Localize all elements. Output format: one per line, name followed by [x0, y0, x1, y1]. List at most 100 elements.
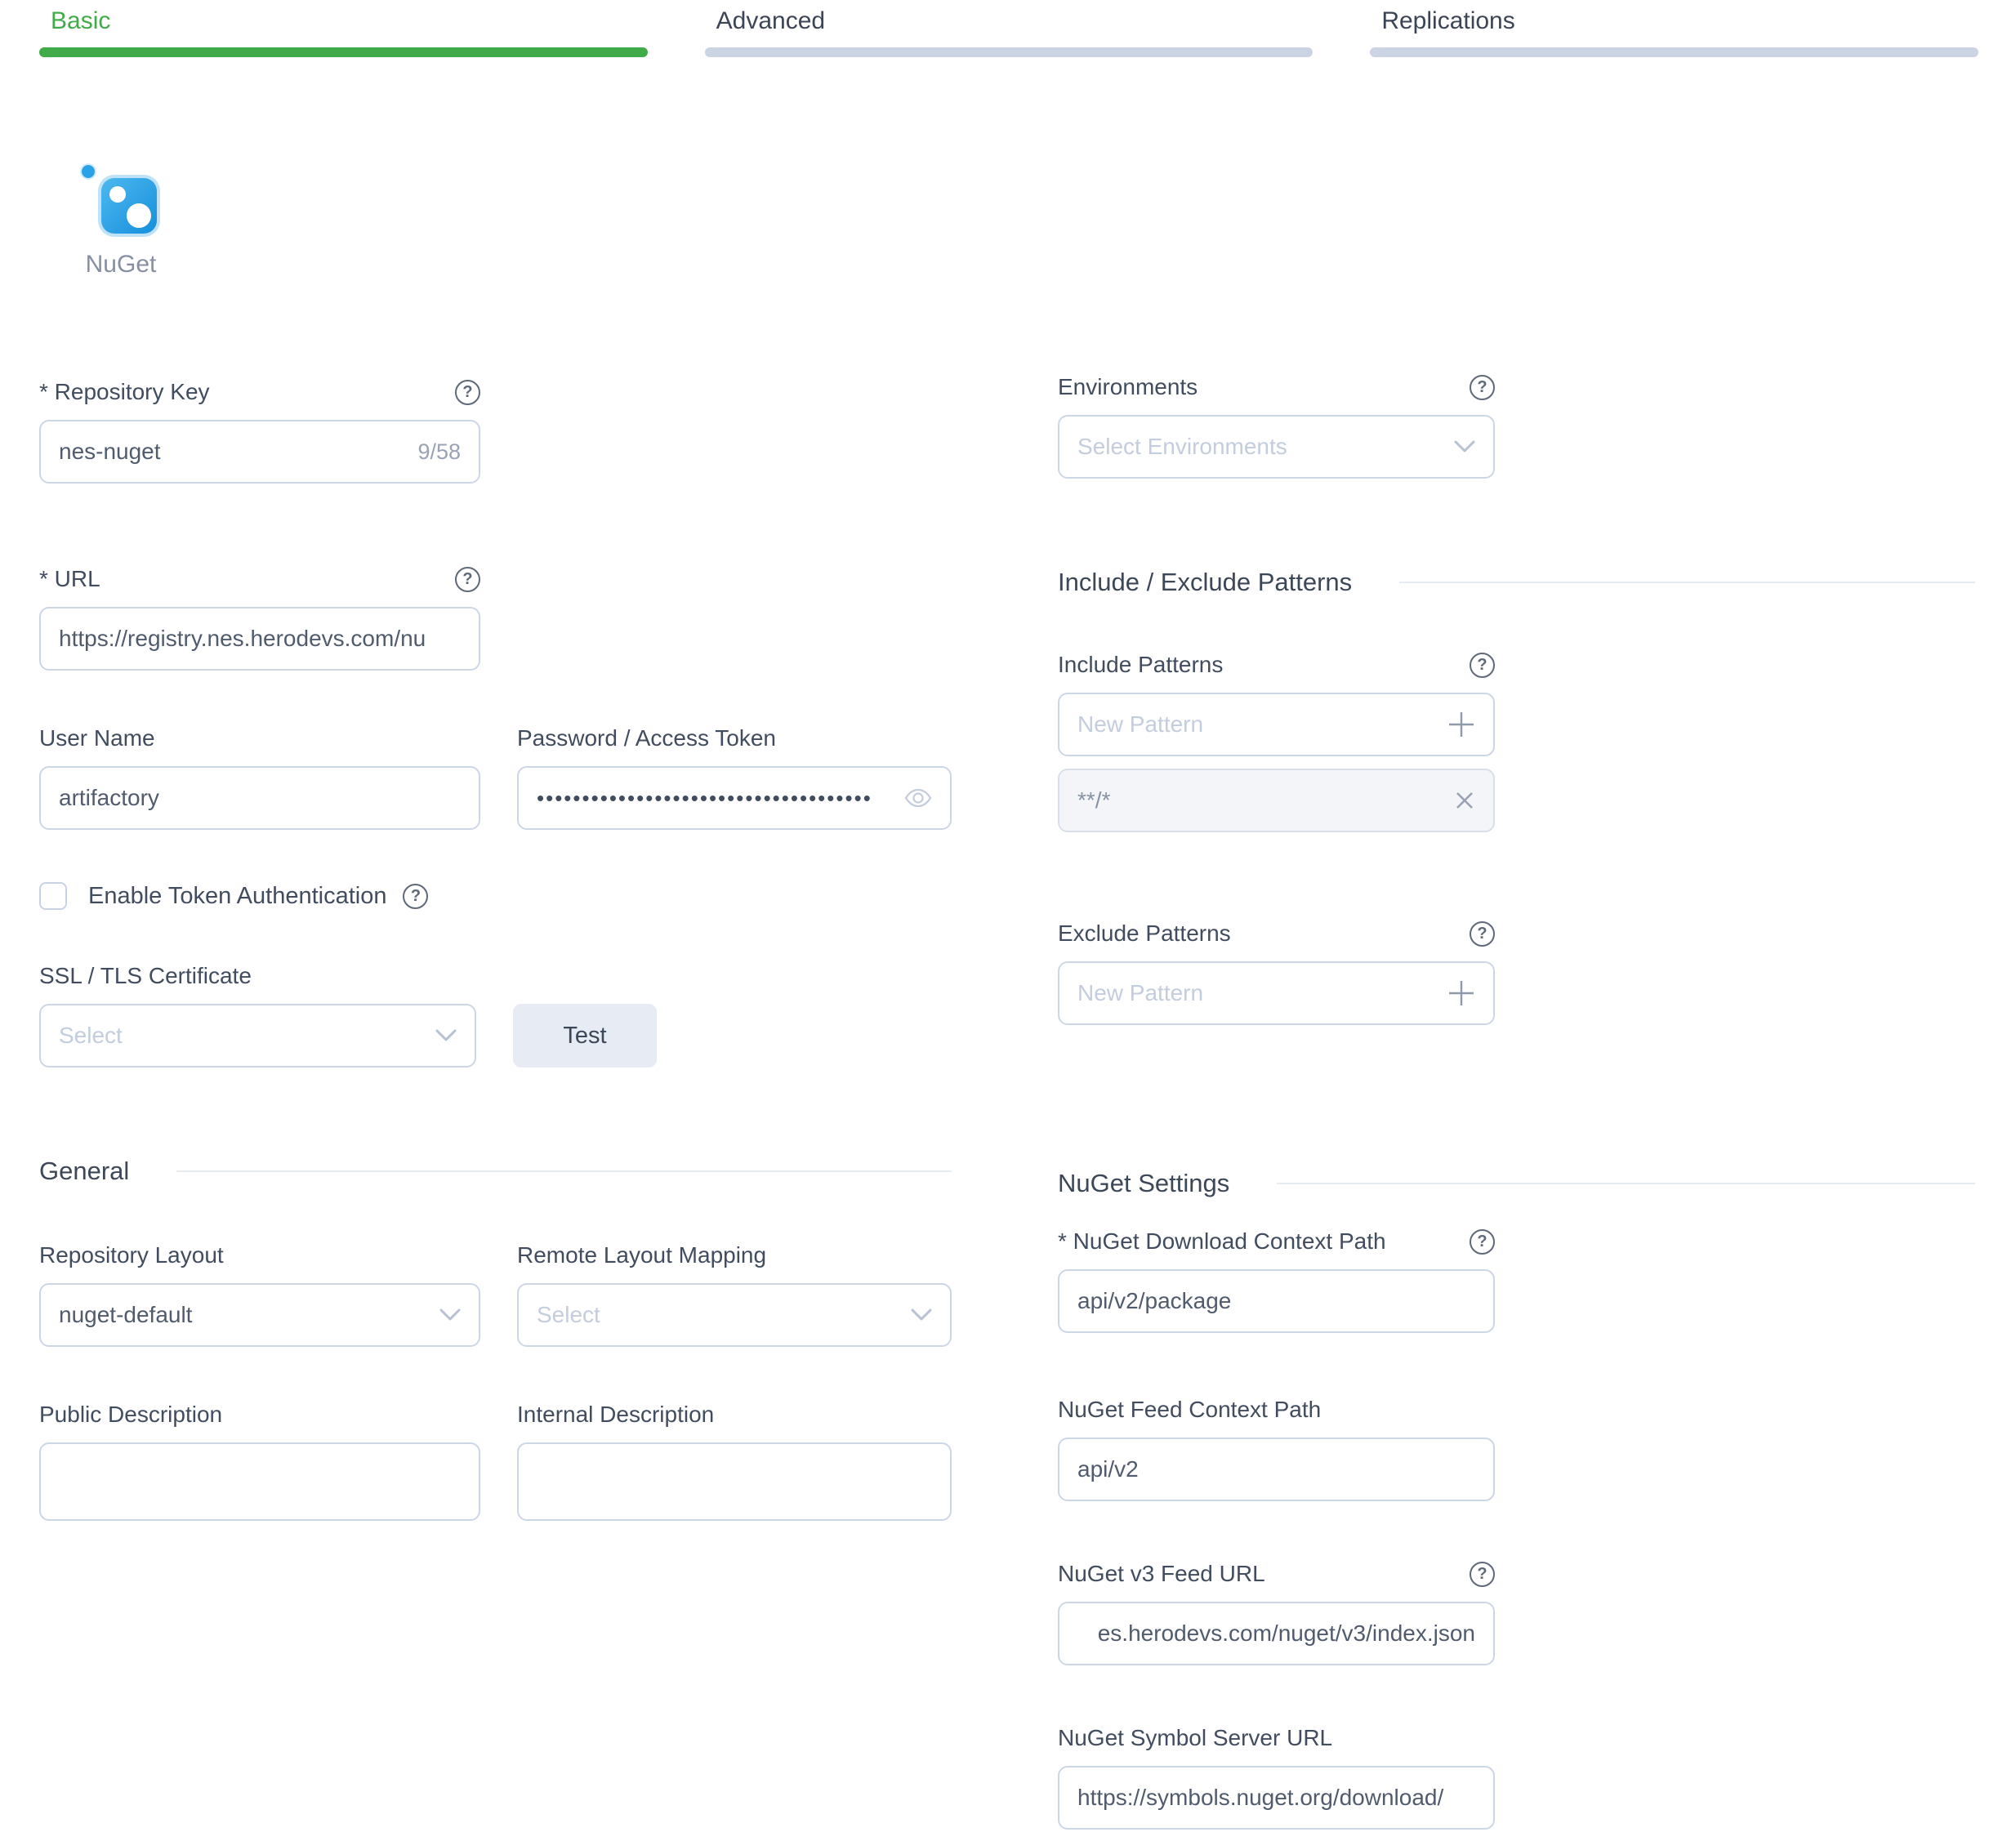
- user-name-label: User Name: [39, 725, 155, 751]
- enable-token-auth-help-icon[interactable]: ?: [403, 884, 428, 909]
- repository-layout-value: nuget-default: [59, 1302, 428, 1328]
- public-description-label: Public Description: [39, 1402, 222, 1428]
- repository-key-label: * Repository Key: [39, 379, 210, 405]
- include-patterns-input[interactable]: New Pattern: [1058, 693, 1495, 756]
- test-button[interactable]: Test: [513, 1004, 657, 1068]
- field-ssl-certificate: SSL / TLS Certificate Select Test: [39, 961, 952, 1068]
- feed-context-path-value: api/v2: [1077, 1456, 1475, 1482]
- field-repository-key: * Repository Key ? nes-nuget 9/58: [39, 377, 480, 484]
- include-pattern-item: **/*: [1058, 769, 1495, 832]
- field-remote-layout-mapping: Remote Layout Mapping Select: [517, 1240, 952, 1347]
- nuget-logo-icon: [80, 163, 162, 238]
- password-masked-value: •••••••••••••••••••••••••••••••••••••: [537, 786, 893, 811]
- feed-context-path-input[interactable]: api/v2: [1058, 1438, 1495, 1501]
- field-download-context-path: * NuGet Download Context Path ? api/v2/p…: [1058, 1226, 1495, 1333]
- tab-advanced[interactable]: Advanced: [705, 5, 1314, 57]
- include-exclude-section-divider: [1399, 582, 1975, 583]
- v3-feed-url-help-icon[interactable]: ?: [1470, 1562, 1495, 1587]
- right-column: Environments ? Select Environments Inclu…: [1058, 57, 1975, 1841]
- ssl-certificate-placeholder: Select: [59, 1023, 424, 1049]
- internal-description-label: Internal Description: [517, 1402, 714, 1428]
- field-include-patterns: Include Patterns ? New Pattern **/*: [1058, 649, 1495, 832]
- tab-replications[interactable]: Replications: [1370, 5, 1978, 57]
- field-feed-context-path: NuGet Feed Context Path api/v2: [1058, 1394, 1495, 1501]
- chevron-down-icon: [1454, 440, 1475, 453]
- download-context-path-label: * NuGet Download Context Path: [1058, 1228, 1386, 1255]
- field-exclude-patterns: Exclude Patterns ? New Pattern: [1058, 918, 1495, 1025]
- chevron-down-icon: [435, 1029, 457, 1042]
- download-context-path-input[interactable]: api/v2/package: [1058, 1269, 1495, 1333]
- chevron-down-icon: [911, 1308, 932, 1322]
- user-name-value: artifactory: [59, 785, 461, 811]
- field-symbol-server-url: NuGet Symbol Server URL https://symbols.…: [1058, 1723, 1495, 1830]
- tab-basic-underline: [39, 47, 648, 57]
- symbol-server-url-input[interactable]: https://symbols.nuget.org/download/: [1058, 1766, 1495, 1830]
- url-label: * URL: [39, 566, 100, 592]
- user-name-input[interactable]: artifactory: [39, 766, 480, 830]
- tab-advanced-label: Advanced: [705, 5, 1314, 38]
- general-section-title: General: [39, 1157, 129, 1186]
- symbol-server-url-value: https://symbols.nuget.org/download/: [1077, 1785, 1475, 1811]
- field-user-name: User Name artifactory: [39, 723, 480, 830]
- remove-pattern-x-icon[interactable]: [1454, 790, 1475, 811]
- repository-key-help-icon[interactable]: ?: [455, 380, 480, 405]
- url-value: https://registry.nes.herodevs.com/nu: [59, 626, 461, 652]
- remote-layout-mapping-placeholder: Select: [537, 1302, 899, 1328]
- remote-layout-mapping-select[interactable]: Select: [517, 1283, 952, 1347]
- field-environments: Environments ? Select Environments: [1058, 372, 1495, 479]
- url-help-icon[interactable]: ?: [455, 567, 480, 592]
- v3-feed-url-value: es.herodevs.com/nuget/v3/index.json: [1098, 1620, 1475, 1647]
- remote-layout-mapping-label: Remote Layout Mapping: [517, 1242, 766, 1268]
- environments-label: Environments: [1058, 374, 1198, 400]
- exclude-patterns-help-icon[interactable]: ?: [1470, 921, 1495, 947]
- ssl-certificate-label: SSL / TLS Certificate: [39, 963, 252, 989]
- download-context-path-value: api/v2/package: [1077, 1288, 1475, 1314]
- nuget-settings-section-header: NuGet Settings: [1058, 1166, 1975, 1201]
- tab-advanced-underline: [705, 47, 1314, 57]
- password-label: Password / Access Token: [517, 725, 776, 751]
- environments-placeholder: Select Environments: [1077, 434, 1443, 460]
- field-repository-layout: Repository Layout nuget-default: [39, 1240, 480, 1347]
- ssl-certificate-select[interactable]: Select: [39, 1004, 476, 1068]
- password-reveal-eye-icon[interactable]: [904, 788, 932, 808]
- package-type-logo-block: NuGet: [80, 163, 162, 279]
- repository-layout-label: Repository Layout: [39, 1242, 224, 1268]
- enable-token-auth-checkbox[interactable]: [39, 882, 67, 910]
- enable-token-auth-label: Enable Token Authentication: [88, 883, 386, 910]
- exclude-patterns-input[interactable]: New Pattern: [1058, 961, 1495, 1025]
- include-patterns-placeholder: New Pattern: [1077, 711, 1436, 738]
- chevron-down-icon: [439, 1308, 461, 1322]
- general-section-divider: [176, 1170, 952, 1172]
- left-column: NuGet * Repository Key ? nes-nuget 9/58 …: [39, 57, 952, 1521]
- include-exclude-section-header: Include / Exclude Patterns: [1058, 564, 1975, 600]
- include-pattern-value: **/*: [1077, 787, 1443, 814]
- tab-replications-label: Replications: [1370, 5, 1978, 38]
- v3-feed-url-input[interactable]: es.herodevs.com/nuget/v3/index.json: [1058, 1602, 1495, 1665]
- repository-key-input[interactable]: nes-nuget 9/58: [39, 420, 480, 484]
- tab-basic[interactable]: Basic: [39, 5, 648, 57]
- public-description-textarea[interactable]: [39, 1442, 480, 1521]
- add-pattern-plus-icon[interactable]: [1447, 979, 1475, 1007]
- password-input[interactable]: •••••••••••••••••••••••••••••••••••••: [517, 766, 952, 830]
- include-patterns-label: Include Patterns: [1058, 652, 1223, 678]
- tab-replications-underline: [1370, 47, 1978, 57]
- repository-key-value: nes-nuget: [59, 439, 406, 465]
- field-public-description: Public Description: [39, 1399, 480, 1521]
- add-pattern-plus-icon[interactable]: [1447, 711, 1475, 738]
- download-context-path-help-icon[interactable]: ?: [1470, 1229, 1495, 1255]
- environments-select[interactable]: Select Environments: [1058, 415, 1495, 479]
- url-input[interactable]: https://registry.nes.herodevs.com/nu: [39, 607, 480, 671]
- enable-token-auth-row: Enable Token Authentication ?: [39, 882, 952, 910]
- repository-config-page: Basic Advanced Replications: [0, 0, 2016, 1841]
- repository-layout-select[interactable]: nuget-default: [39, 1283, 480, 1347]
- general-section-header: General: [39, 1153, 952, 1189]
- field-v3-feed-url: NuGet v3 Feed URL ? es.herodevs.com/nuge…: [1058, 1558, 1495, 1665]
- symbol-server-url-label: NuGet Symbol Server URL: [1058, 1725, 1332, 1751]
- repository-key-char-counter: 9/58: [417, 439, 461, 465]
- field-url: * URL ? https://registry.nes.herodevs.co…: [39, 564, 480, 671]
- tab-basic-label: Basic: [39, 5, 648, 38]
- include-patterns-help-icon[interactable]: ?: [1470, 653, 1495, 678]
- field-internal-description: Internal Description: [517, 1399, 952, 1521]
- environments-help-icon[interactable]: ?: [1470, 375, 1495, 400]
- internal-description-textarea[interactable]: [517, 1442, 952, 1521]
